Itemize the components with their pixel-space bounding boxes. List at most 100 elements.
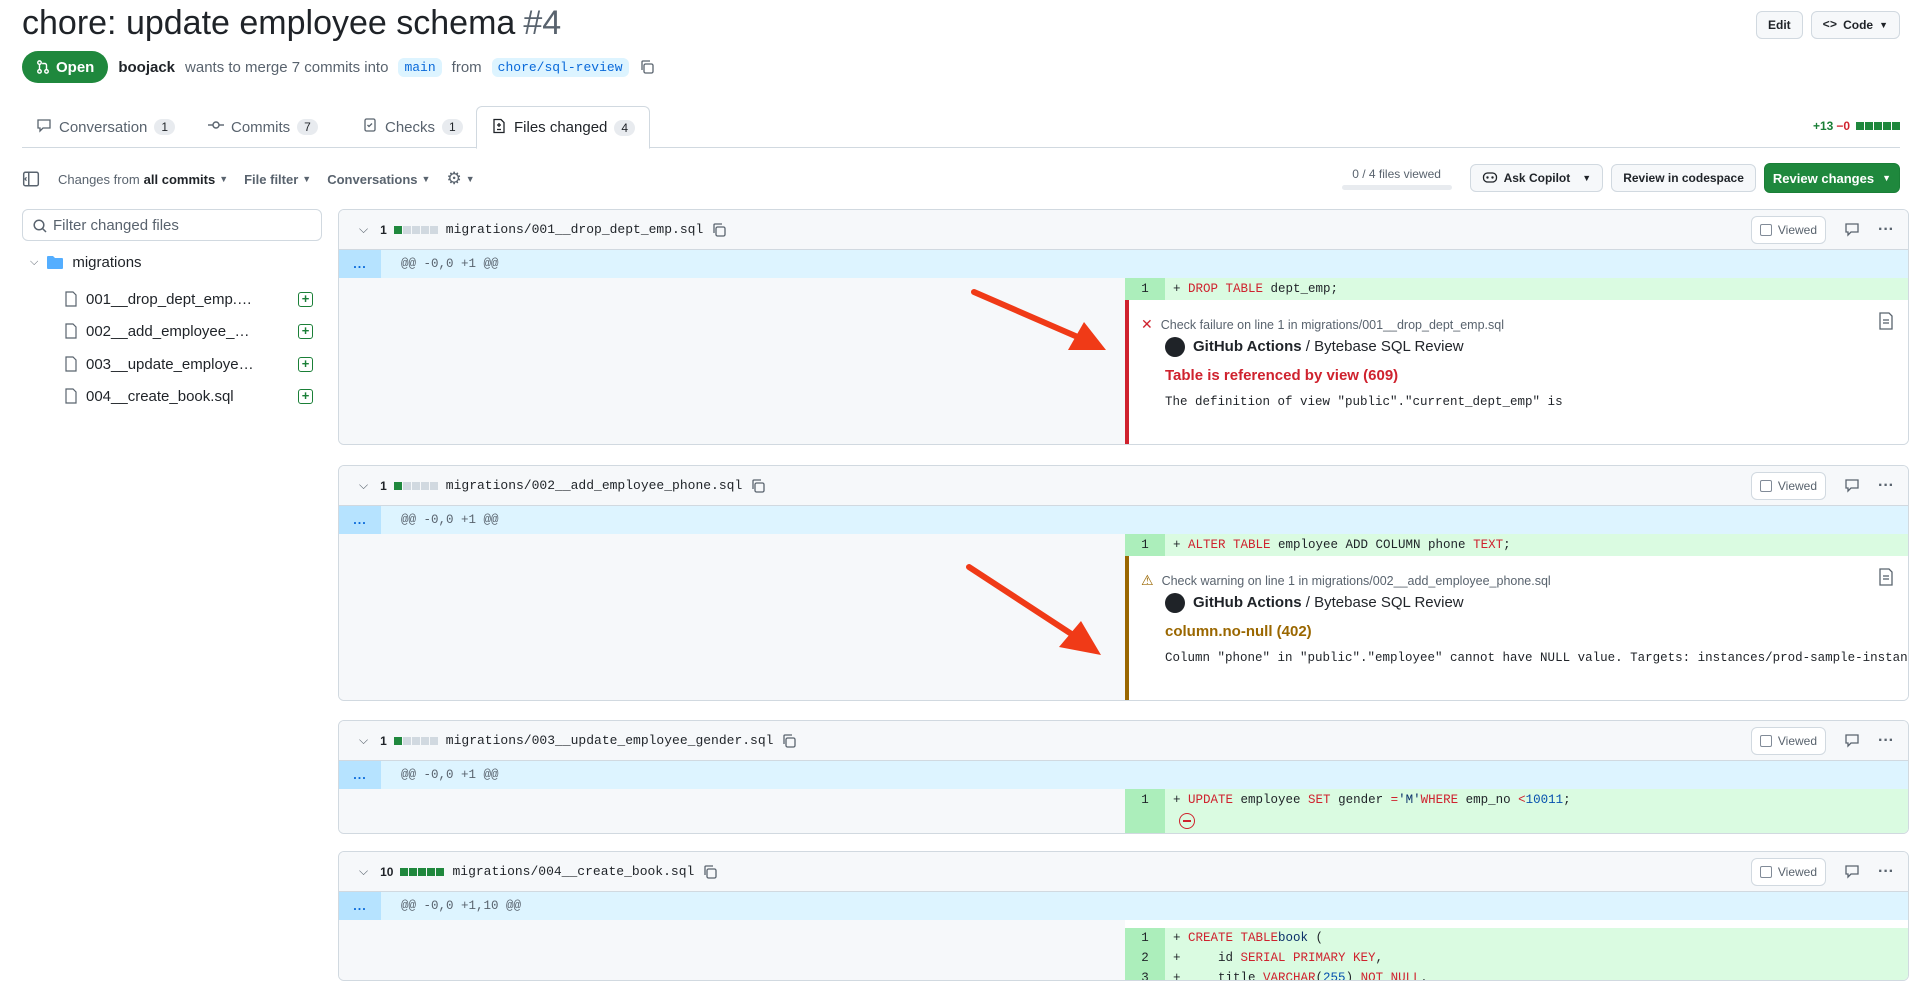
- folder-icon: [47, 256, 64, 269]
- code-icon: <>: [1822, 18, 1838, 32]
- copy-icon[interactable]: [750, 478, 766, 494]
- tab-commits[interactable]: Commits 7: [194, 106, 332, 148]
- viewed-label: Viewed: [1777, 865, 1818, 879]
- file-path[interactable]: migrations/002__add_employee_phone.sql: [446, 478, 742, 493]
- pr-title-text: chore: update employee schema: [22, 4, 516, 42]
- annotation-app: GitHub Actions: [1193, 594, 1302, 611]
- line-number[interactable]: 1: [1125, 534, 1165, 556]
- ask-copilot-button[interactable]: Ask Copilot ▼: [1469, 164, 1604, 192]
- comment-icon[interactable]: [1844, 863, 1860, 882]
- filter-changed-files-input[interactable]: Filter changed files: [22, 209, 322, 241]
- copy-icon[interactable]: [711, 222, 727, 238]
- viewed-checkbox[interactable]: Viewed: [1750, 858, 1827, 886]
- viewed-label: Viewed: [1777, 223, 1818, 237]
- chevron-down-icon[interactable]: ⌵: [359, 733, 368, 748]
- caret-down-icon: ▼: [1882, 173, 1891, 183]
- sidebar-file-name: 003__update_employee_gender.sql: [86, 355, 256, 373]
- annotation-title: Table is referenced by view (609): [1165, 367, 1399, 384]
- line-number[interactable]: 1: [1125, 278, 1165, 300]
- ask-copilot-label: Ask Copilot: [1503, 171, 1571, 185]
- file-path[interactable]: migrations/003__update_employee_gender.s…: [446, 733, 774, 748]
- sidebar-toggle-icon[interactable]: [22, 170, 40, 188]
- copy-icon[interactable]: [781, 733, 797, 749]
- comment-icon[interactable]: [1844, 477, 1860, 496]
- copy-icon[interactable]: [639, 59, 655, 75]
- tab-checks[interactable]: Checks 1: [348, 106, 477, 148]
- file-icon: [65, 388, 77, 404]
- chevron-down-icon[interactable]: ⌵: [359, 864, 368, 879]
- line-number[interactable]: 1: [1125, 928, 1165, 948]
- expand-icon[interactable]: ...: [339, 761, 381, 789]
- sidebar-file-004[interactable]: 004__create_book.sql +: [64, 382, 324, 410]
- status-badge: Open: [22, 51, 109, 83]
- copilot-icon: [1482, 170, 1498, 187]
- review-in-codespace-button[interactable]: Review in codespace: [1611, 164, 1756, 192]
- expand-icon[interactable]: ...: [339, 250, 381, 278]
- kebab-menu-icon[interactable]: ···: [1878, 732, 1894, 750]
- diff-line: 2 + id SERIAL PRIMARY KEY,: [339, 948, 1908, 968]
- hunk-text: @@ -0,0 +1 @@: [401, 257, 499, 271]
- line-number[interactable]: 1: [1125, 789, 1165, 833]
- file-filter-dropdown[interactable]: File filter ▼: [244, 172, 311, 187]
- review-changes-button[interactable]: Review changes ▼: [1763, 163, 1900, 193]
- settings-dropdown[interactable]: ⚙ ▼: [446, 169, 474, 189]
- sidebar-file-003[interactable]: 003__update_employee_gender.sql +: [64, 350, 324, 378]
- head-branch[interactable]: chore/sql-review: [491, 57, 629, 77]
- tab-label: Conversation: [59, 118, 148, 136]
- copy-icon[interactable]: [702, 864, 718, 880]
- expand-icon[interactable]: ...: [339, 506, 381, 534]
- red-arrow-icon: [971, 289, 1106, 350]
- comment-icon[interactable]: [1844, 732, 1860, 751]
- annotation-meta-text: Check warning on line 1 in migrations/00…: [1161, 573, 1551, 588]
- viewed-checkbox[interactable]: Viewed: [1750, 727, 1827, 755]
- tab-files-changed[interactable]: Files changed 4: [476, 106, 651, 149]
- hunk-header: ... @@ -0,0 +1 @@: [339, 761, 1908, 789]
- file-path[interactable]: migrations/004__create_book.sql: [452, 864, 694, 879]
- raw-output-icon[interactable]: [1878, 568, 1894, 586]
- viewed-checkbox[interactable]: Viewed: [1750, 472, 1827, 500]
- diff-line: 1 + UPDATE employee SET gender = 'M' WHE…: [339, 789, 1908, 833]
- code-line: + title VARCHAR(255) NOT NULL,: [1165, 968, 1908, 980]
- author-link[interactable]: boojack: [118, 59, 175, 76]
- file-change-count: 1: [380, 478, 387, 493]
- search-icon: [33, 219, 47, 233]
- line-number[interactable]: 3: [1125, 968, 1165, 980]
- file-diff-001: ⌵ 1 migrations/001__drop_dept_emp.sql Vi…: [338, 209, 1909, 445]
- file-diff-icon: [491, 118, 507, 138]
- annotation-source: GitHub Actions / Bytebase SQL Review: [1193, 594, 1464, 611]
- red-arrow-icon: [966, 564, 1101, 655]
- file-header: ⌵ 10 migrations/004__create_book.sql Vie…: [339, 852, 1908, 892]
- file-change-count: 1: [380, 222, 387, 237]
- file-filter-label: File filter: [244, 171, 299, 187]
- kebab-menu-icon[interactable]: ···: [1878, 863, 1894, 881]
- sidebar-file-001[interactable]: 001__drop_dept_emp.sql +: [64, 285, 324, 313]
- file-icon: [65, 323, 77, 339]
- chevron-down-icon[interactable]: ⌵: [359, 478, 368, 493]
- code-line: + DROP TABLE dept_emp;: [1165, 278, 1908, 300]
- expand-icon[interactable]: ...: [339, 892, 381, 920]
- viewed-checkbox[interactable]: Viewed: [1750, 216, 1827, 244]
- file-diff-003: ⌵ 1 migrations/003__update_employee_gend…: [338, 720, 1909, 834]
- tab-conversation[interactable]: Conversation 1: [22, 106, 189, 148]
- comment-icon[interactable]: [1844, 221, 1860, 240]
- sidebar-file-002[interactable]: 002__add_employee_phone.sql +: [64, 317, 324, 345]
- folder-migrations[interactable]: ⌵ migrations: [30, 254, 142, 271]
- line-number[interactable]: 2: [1125, 948, 1165, 968]
- file-path[interactable]: migrations/001__drop_dept_emp.sql: [446, 222, 703, 237]
- conversations-dropdown[interactable]: Conversations ▼: [327, 172, 430, 187]
- raw-output-icon[interactable]: [1878, 312, 1894, 330]
- code-button[interactable]: <> Code ▼: [1810, 11, 1900, 39]
- edit-button[interactable]: Edit: [1756, 11, 1803, 39]
- kebab-menu-icon[interactable]: ···: [1878, 221, 1894, 239]
- status-badge-label: Open: [56, 58, 95, 76]
- chevron-down-icon[interactable]: ⌵: [359, 222, 368, 237]
- annotation-message: Column "phone" in "public"."employee" ca…: [1165, 651, 1909, 665]
- sidebar-file-name: 004__create_book.sql: [86, 387, 234, 405]
- changes-from-dropdown[interactable]: Changes from all commits ▼: [58, 172, 228, 187]
- annotation-title: column.no-null (402): [1165, 623, 1312, 640]
- no-entry-icon: [1179, 813, 1195, 829]
- merge-text: wants to merge 7 commits into: [185, 58, 389, 76]
- base-branch[interactable]: main: [398, 57, 442, 77]
- kebab-menu-icon[interactable]: ···: [1878, 477, 1894, 495]
- sidebar-file-name: 002__add_employee_phone.sql: [86, 322, 256, 340]
